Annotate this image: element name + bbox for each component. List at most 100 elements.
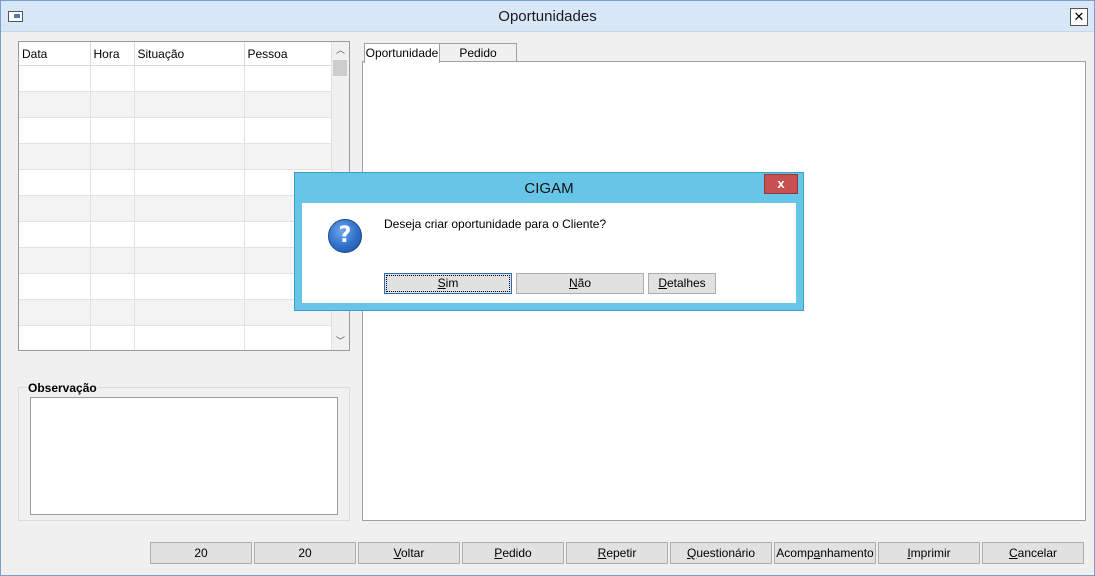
dialog-body: ? Deseja criar oportunidade para o Clien… (302, 203, 796, 303)
observacao-group: Observação (18, 381, 350, 521)
table-cell[interactable] (90, 325, 135, 350)
table-row[interactable] (19, 65, 333, 92)
table-cell[interactable] (134, 325, 245, 350)
button-label-post: oltar (401, 546, 425, 560)
table-cell[interactable] (134, 117, 245, 144)
table-row[interactable] (19, 143, 333, 170)
tab-pedido[interactable]: Pedido (439, 43, 517, 62)
table-cell[interactable] (134, 91, 245, 118)
table-cell[interactable] (134, 247, 245, 274)
table-cell[interactable] (90, 299, 135, 326)
dialog-close-button[interactable]: x (764, 174, 798, 194)
table-cell[interactable] (19, 221, 91, 248)
table-row[interactable] (19, 299, 333, 326)
repetir-button[interactable]: Repetir (566, 542, 668, 564)
imprimir-button[interactable]: Imprimir (878, 542, 980, 564)
table-cell[interactable] (244, 325, 333, 350)
table-cell[interactable] (90, 273, 135, 300)
table-cell[interactable] (19, 325, 91, 350)
scroll-up-icon[interactable]: ︿ (332, 42, 349, 59)
sim-button[interactable]: Sim (384, 273, 512, 294)
observacao-textarea[interactable] (30, 397, 338, 515)
table-cell[interactable] (90, 117, 135, 144)
table-cell[interactable] (90, 169, 135, 196)
detalhes-accel: D (658, 276, 667, 290)
observacao-label: Observação (27, 381, 98, 395)
table-cell[interactable] (244, 117, 333, 144)
table-cell[interactable] (90, 91, 135, 118)
table-cell[interactable] (134, 299, 245, 326)
sim-label: im (445, 276, 459, 290)
button-label-accel: C (1008, 546, 1018, 560)
table-cell[interactable] (90, 195, 135, 222)
nao-accel: N (568, 276, 578, 290)
button-label-post: mprimir (910, 546, 951, 560)
tab-oportunidade[interactable]: Oportunidade (364, 43, 440, 63)
acompanhamento-button[interactable]: Acompanhamento (774, 542, 876, 564)
dialog-title: CIGAM (524, 180, 574, 197)
table-row[interactable] (19, 247, 333, 274)
table-cell[interactable] (19, 273, 91, 300)
button-label-accel: Q (686, 546, 697, 560)
table-row[interactable] (19, 325, 333, 350)
voltar-button[interactable]: Voltar (358, 542, 460, 564)
table-cell[interactable] (19, 117, 91, 144)
detalhes-button[interactable]: Detalhes (648, 273, 716, 294)
nao-button[interactable]: Não (516, 273, 644, 294)
table-cell[interactable] (19, 65, 91, 92)
table-cell[interactable] (134, 65, 245, 92)
dialog-message: Deseja criar oportunidade para o Cliente… (384, 217, 607, 231)
window-title: Oportunidades (498, 8, 597, 25)
button-label-post: nhamento (820, 546, 874, 560)
table-cell[interactable] (19, 299, 91, 326)
table-cell[interactable] (90, 247, 135, 274)
table-cell[interactable] (244, 143, 333, 170)
scroll-down-icon[interactable]: ﹀ (332, 333, 349, 350)
table-row[interactable] (19, 273, 333, 300)
close-window-button[interactable]: ✕ (1070, 8, 1088, 26)
pedido-button[interactable]: Pedido (462, 542, 564, 564)
detalhes-label: etalhes (666, 276, 706, 290)
table-cell[interactable] (19, 91, 91, 118)
table-cell[interactable] (244, 65, 333, 92)
table-cell[interactable] (90, 143, 135, 170)
table-cell[interactable] (134, 169, 245, 196)
questionario-button[interactable]: Questionário (670, 542, 772, 564)
column-header-pessoa[interactable]: Pessoa (244, 42, 333, 66)
button-label-post: epetir (606, 546, 637, 560)
table-cell[interactable] (134, 195, 245, 222)
table-row[interactable] (19, 221, 333, 248)
button-label-post: uestionário (696, 546, 756, 560)
column-header-situacao[interactable]: Situação (134, 42, 245, 66)
button-label-accel: R (597, 546, 607, 560)
table-row[interactable] (19, 195, 333, 222)
button-label-pre: Acomp (776, 546, 814, 560)
table-row[interactable] (19, 169, 333, 196)
table-cell[interactable] (19, 195, 91, 222)
table-cell[interactable] (244, 91, 333, 118)
button-label-post: 20 (298, 546, 312, 560)
table-cell[interactable] (19, 169, 91, 196)
table-cell[interactable] (90, 65, 135, 92)
question-icon: ? (328, 219, 362, 253)
cancelar-button[interactable]: Cancelar (982, 542, 1084, 564)
column-header-data[interactable]: Data (19, 42, 91, 66)
sim-accel: S (437, 276, 446, 290)
oportunidades-window: Oportunidades ✕ Data Hora Situação Pesso… (0, 0, 1095, 576)
table-cell[interactable] (134, 221, 245, 248)
title-bar: Oportunidades ✕ (1, 1, 1094, 32)
table-row[interactable] (19, 117, 333, 144)
button-label-accel: V (393, 546, 401, 560)
scroll-thumb[interactable] (333, 60, 347, 76)
table-cell[interactable] (19, 143, 91, 170)
button-label-post: edido (502, 546, 532, 560)
table-cell[interactable] (134, 273, 245, 300)
table-row[interactable] (19, 91, 333, 118)
column-header-hora[interactable]: Hora (90, 42, 135, 66)
table-cell[interactable] (134, 143, 245, 170)
nao-label: ão (577, 276, 592, 290)
btn-20-a[interactable]: 20 (150, 542, 252, 564)
table-cell[interactable] (90, 221, 135, 248)
btn-20-b[interactable]: 20 (254, 542, 356, 564)
table-cell[interactable] (19, 247, 91, 274)
